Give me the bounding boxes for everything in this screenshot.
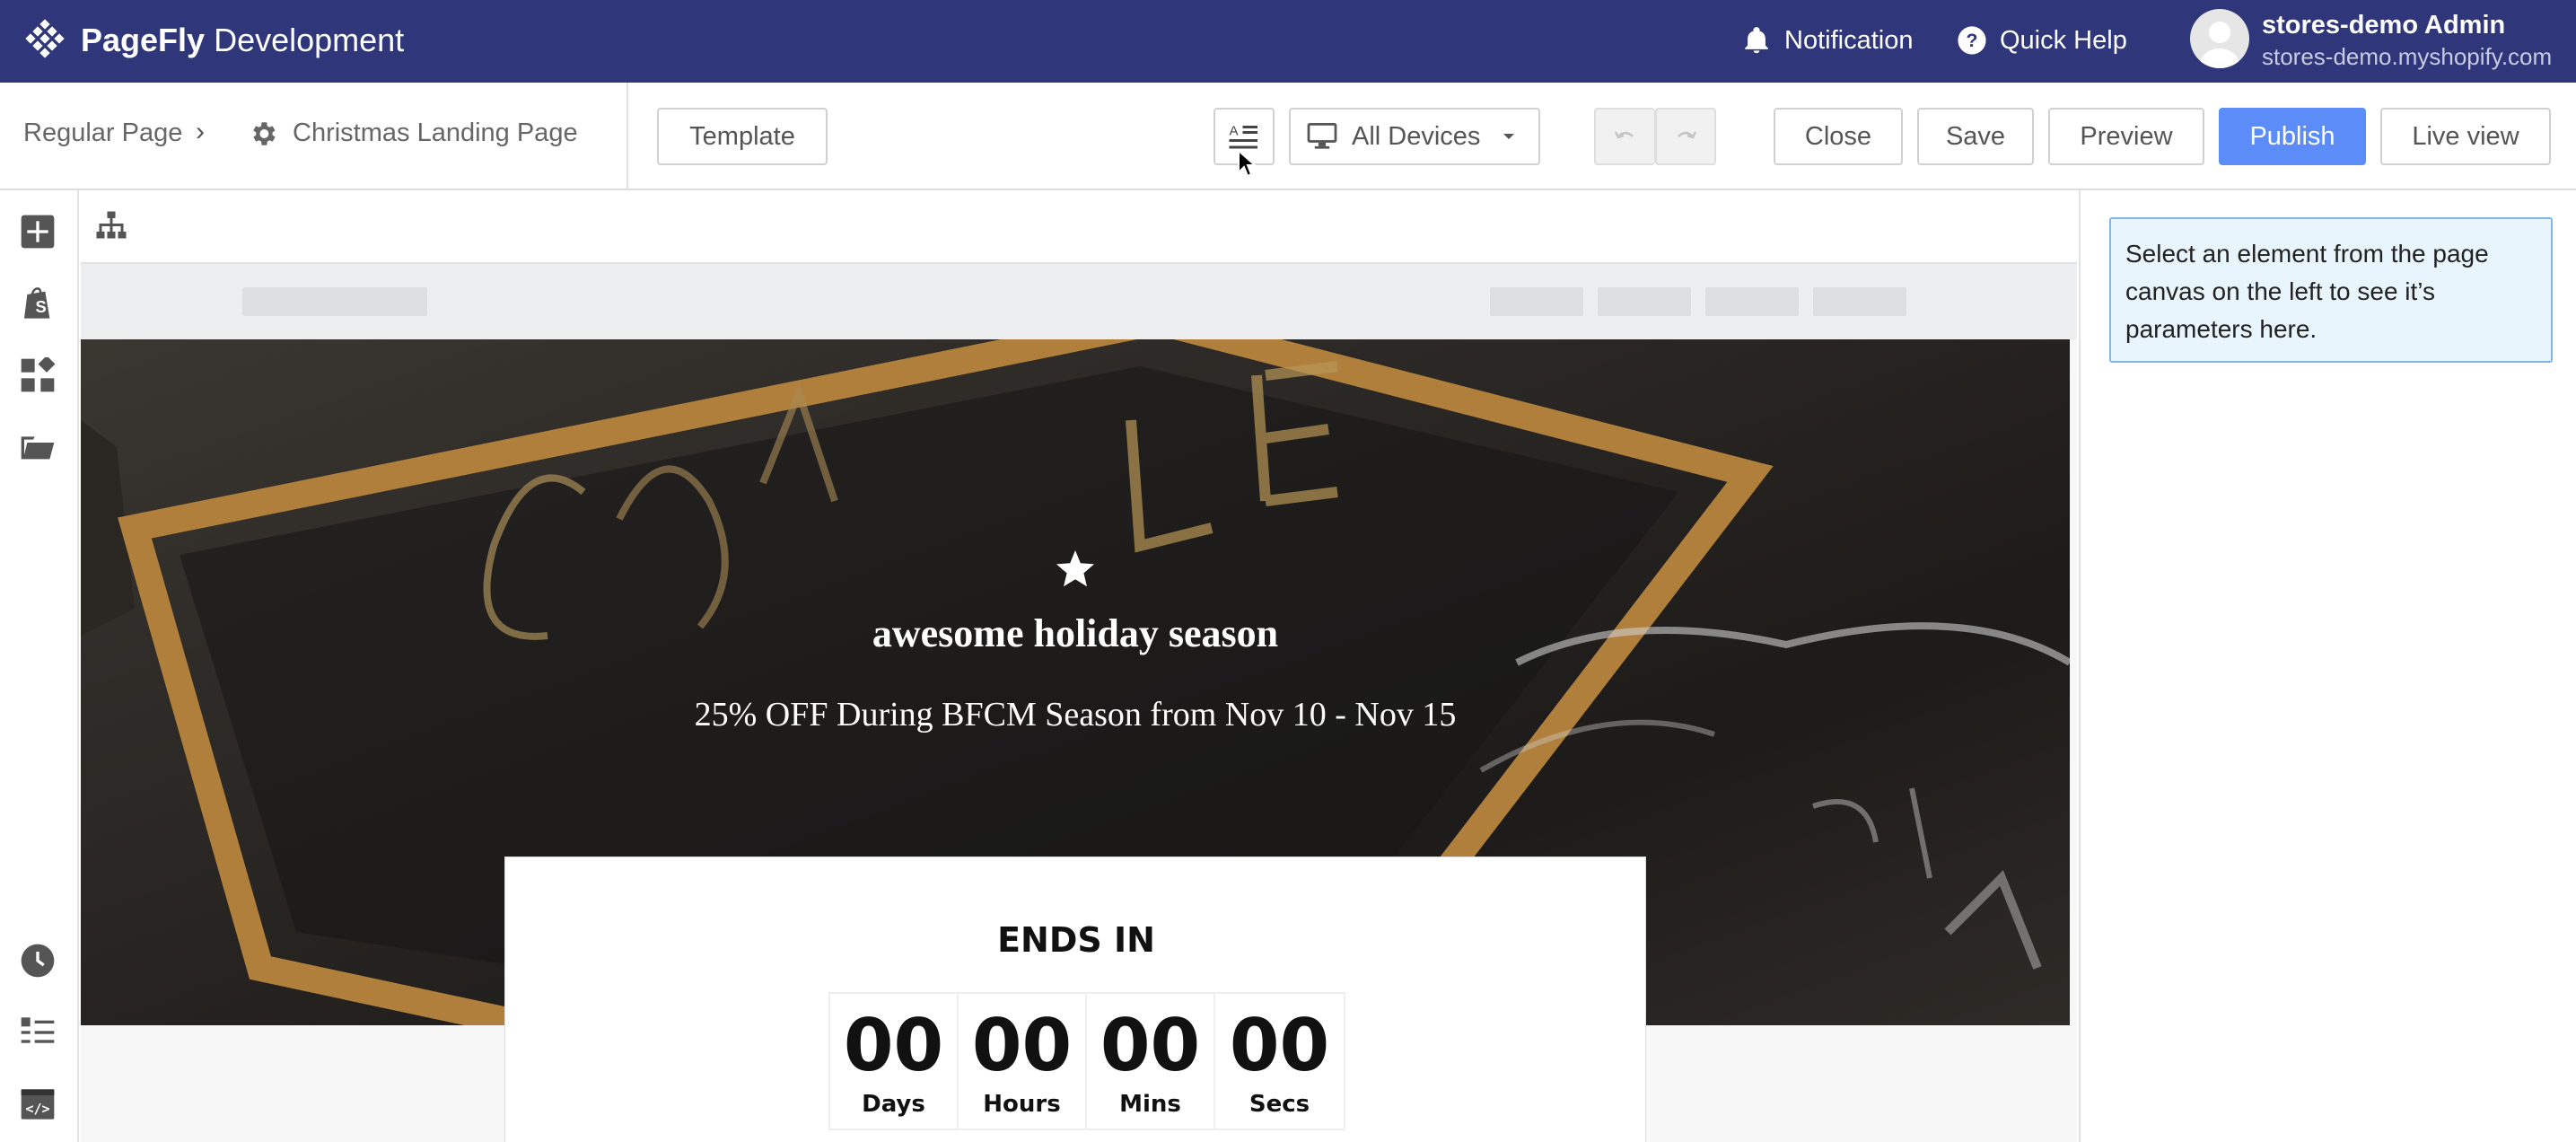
list-icon[interactable] — [18, 1013, 57, 1052]
svg-text:?: ? — [1967, 30, 1978, 51]
countdown-secs-value: 00 — [1229, 1004, 1330, 1087]
svg-text:</>: </> — [25, 1101, 49, 1117]
undo-icon — [1614, 131, 1634, 139]
save-button[interactable]: Save — [1917, 108, 2034, 165]
add-icon[interactable] — [18, 212, 57, 251]
sitemap-icon[interactable] — [95, 210, 127, 247]
countdown-timer[interactable]: 00 Days 00 Hours 00 Mins 00 Secs — [828, 992, 1345, 1130]
device-select-label: All Devices — [1352, 121, 1481, 151]
bell-icon — [1745, 27, 1768, 54]
page-canvas[interactable]: awesome holiday season 25% OFF During BF… — [81, 264, 2077, 1142]
user-avatar[interactable] — [2190, 9, 2249, 68]
countdown-secs: 00 Secs — [1215, 994, 1344, 1129]
star-icon — [1056, 550, 1094, 587]
desktop-icon — [1307, 123, 1337, 149]
gear-icon[interactable] — [248, 119, 278, 154]
countdown-section[interactable]: ENDS IN 00 Days 00 Hours 00 Mins 00 Secs — [504, 856, 1646, 1142]
pagefly-logo[interactable]: PageFly Development — [23, 18, 404, 63]
countdown-days-label: Days — [862, 1091, 925, 1118]
close-button[interactable]: Close — [1774, 108, 1903, 165]
preview-button[interactable]: Preview — [2048, 108, 2204, 165]
header-nav-placeholder — [1705, 287, 1799, 316]
code-icon[interactable]: </> — [18, 1085, 57, 1124]
breadcrumb-parent[interactable]: Regular Page — [23, 119, 182, 148]
header-nav-placeholder — [1598, 287, 1691, 316]
toolbar-divider — [626, 83, 628, 190]
svg-text:A: A — [1230, 124, 1239, 139]
quick-help-label: Quick Help — [2000, 25, 2127, 55]
breadcrumb-separator: › — [196, 117, 205, 146]
countdown-mins: 00 Mins — [1087, 994, 1215, 1129]
countdown-secs-label: Secs — [1249, 1091, 1310, 1118]
live-view-button[interactable]: Live view — [2380, 108, 2551, 165]
countdown-mins-value: 00 — [1100, 1004, 1201, 1087]
header-nav-placeholder — [1813, 287, 1906, 316]
canvas-toolbar — [81, 190, 2077, 264]
folder-icon[interactable] — [18, 427, 57, 467]
brand-suffix: Development — [205, 22, 405, 58]
countdown-days-value: 00 — [843, 1004, 944, 1087]
hero-heading[interactable]: awesome holiday season — [81, 611, 2070, 656]
user-name[interactable]: stores-demo Admin — [2262, 11, 2505, 40]
countdown-mins-label: Mins — [1119, 1091, 1181, 1118]
notification-button[interactable]: Notification — [1741, 20, 1913, 61]
editor-toolbar: Regular Page › Christmas Landing Page Te… — [0, 83, 2576, 190]
countdown-hours: 00 Hours — [959, 994, 1087, 1129]
svg-text:S: S — [36, 297, 47, 316]
header-nav-placeholder — [1490, 287, 1583, 316]
countdown-hours-value: 00 — [971, 1004, 1073, 1087]
countdown-title[interactable]: ENDS IN — [505, 920, 1647, 960]
template-button[interactable]: Template — [657, 108, 828, 165]
brand-name: PageFly — [81, 22, 206, 58]
quick-help-button[interactable]: ? Quick Help — [1957, 20, 2127, 61]
redo-button[interactable] — [1655, 108, 1716, 165]
shopify-bag-icon[interactable]: S — [18, 284, 57, 323]
elements-icon[interactable] — [18, 356, 57, 395]
countdown-hours-label: Hours — [983, 1091, 1061, 1118]
theme-header-placeholder — [81, 264, 2077, 339]
publish-button[interactable]: Publish — [2219, 108, 2366, 165]
help-circle-icon: ? — [1958, 26, 1986, 55]
left-sidebar: S </> — [0, 190, 79, 1142]
pagefly-logo-icon — [23, 19, 66, 62]
hero-subheading[interactable]: 25% OFF During BFCM Season from Nov 10 -… — [81, 695, 2070, 734]
top-bar: PageFly Development Notification ? Quick… — [0, 0, 2576, 83]
notification-label: Notification — [1784, 25, 1914, 55]
mouse-cursor-icon — [1238, 149, 1257, 178]
caret-down-icon — [1503, 134, 1514, 139]
user-store-domain: stores-demo.myshopify.com — [2262, 43, 2553, 70]
device-select[interactable]: All Devices — [1289, 108, 1540, 165]
inspector-hint: Select an element from the page canvas o… — [2109, 217, 2553, 363]
inspector-panel: Select an element from the page canvas o… — [2079, 190, 2576, 1142]
undo-button[interactable] — [1594, 108, 1655, 165]
redo-icon — [1678, 131, 1697, 139]
history-icon[interactable] — [18, 941, 57, 980]
breadcrumb-current-page[interactable]: Christmas Landing Page — [293, 119, 578, 148]
text-format-icon: A — [1229, 124, 1257, 149]
countdown-days: 00 Days — [830, 994, 959, 1129]
header-logo-placeholder — [242, 287, 427, 316]
